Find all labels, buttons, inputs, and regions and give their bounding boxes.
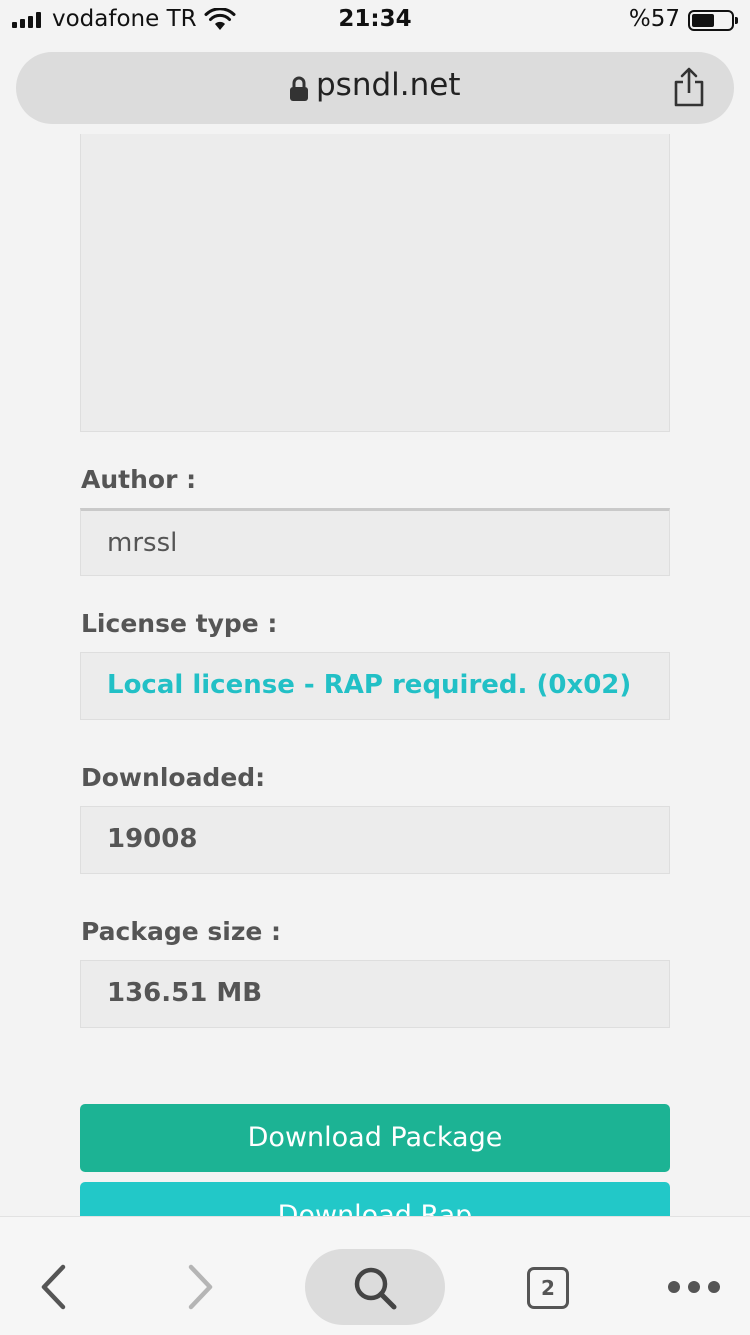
address-bar[interactable]: psndl.net <box>16 52 734 124</box>
status-bar: vodafone TR 21:34 %57 <box>0 0 750 42</box>
author-field: mrssl <box>80 508 670 576</box>
downloaded-field: 19008 <box>80 806 670 874</box>
battery-percentage: %57 <box>628 6 680 32</box>
package-size-field: 136.51 MB <box>80 960 670 1028</box>
forward-arrow-icon[interactable] <box>186 1263 216 1311</box>
author-label: Author : <box>81 465 197 494</box>
download-rap-button[interactable]: Download Rap <box>80 1182 670 1216</box>
description-box <box>80 134 670 432</box>
author-value: mrssl <box>107 528 178 558</box>
license-type-label: License type : <box>81 609 278 638</box>
page-content: Author : mrssl License type : Local lice… <box>0 134 750 1216</box>
lock-icon <box>290 76 308 101</box>
search-button[interactable] <box>305 1249 445 1325</box>
downloaded-label: Downloaded: <box>81 763 266 792</box>
license-type-field: Local license - RAP required. (0x02) <box>80 652 670 720</box>
search-icon <box>354 1267 397 1310</box>
downloaded-value: 19008 <box>107 824 198 854</box>
browser-toolbar: 2 <box>0 1216 750 1335</box>
package-size-label: Package size : <box>81 917 282 946</box>
share-icon[interactable] <box>672 66 706 108</box>
tabs-button[interactable]: 2 <box>527 1267 569 1309</box>
back-arrow-icon[interactable] <box>38 1263 68 1311</box>
battery-icon <box>688 10 738 31</box>
browser-address-area: psndl.net <box>0 42 750 134</box>
license-type-value: Local license - RAP required. (0x02) <box>107 670 632 700</box>
package-size-value: 136.51 MB <box>107 978 263 1008</box>
download-package-button[interactable]: Download Package <box>80 1104 670 1172</box>
more-menu-icon[interactable] <box>668 1281 720 1293</box>
url-text[interactable]: psndl.net <box>316 67 461 103</box>
